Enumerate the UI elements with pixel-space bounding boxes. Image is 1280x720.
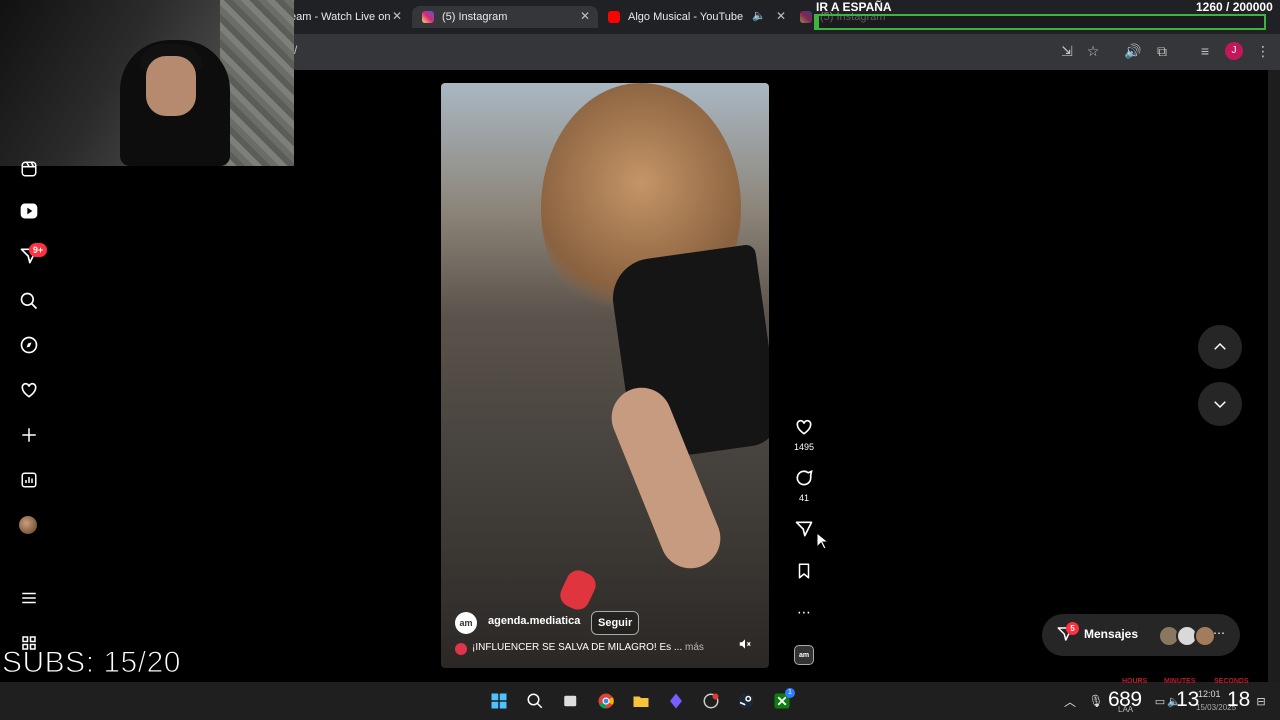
explore-icon[interactable]: [18, 334, 40, 356]
reels-icon[interactable]: [18, 158, 40, 180]
reel-author-avatar[interactable]: am: [455, 612, 477, 634]
goal-title: IR A ESPAÑA: [816, 0, 892, 14]
recording-app-icon[interactable]: [701, 691, 721, 711]
audio-icon[interactable]: am: [794, 645, 814, 665]
next-reel-button[interactable]: [1198, 382, 1242, 426]
chrome-icon[interactable]: [596, 691, 616, 711]
install-app-icon[interactable]: ⇲: [1058, 42, 1076, 60]
tab-label: Algo Musical - YouTube: [628, 11, 744, 23]
goal-progress-fill: [816, 16, 819, 28]
messages-badge: 5: [1066, 622, 1079, 635]
create-icon[interactable]: [18, 424, 40, 446]
hours-label: HOURS: [1122, 678, 1148, 685]
webcam-overlay: [0, 0, 294, 166]
xbox-badge: 1: [785, 688, 795, 698]
extensions-puzzle-icon[interactable]: ⧉: [1153, 42, 1171, 60]
profile-avatar[interactable]: J: [1225, 42, 1243, 60]
instagram-favicon-icon: [800, 11, 812, 23]
steam-icon[interactable]: [736, 691, 756, 711]
goal-progress-bar: [814, 14, 1266, 30]
notification-center-icon[interactable]: ⊟: [1251, 691, 1271, 711]
comment-count: 41: [798, 493, 809, 503]
close-tab-icon[interactable]: ✕: [392, 9, 402, 23]
reel-video[interactable]: [441, 83, 769, 668]
tab-twitch[interactable]: eam - Watch Live on ✕: [290, 6, 402, 28]
previous-reel-button[interactable]: [1198, 325, 1242, 369]
collab-icon: [455, 643, 467, 655]
subs-counter: SUBS: 15/20: [2, 646, 181, 680]
cursor-icon: [816, 531, 830, 555]
more-menu-icon[interactable]: [18, 587, 40, 609]
more-link[interactable]: más: [685, 642, 704, 653]
close-tab-icon[interactable]: ✕: [580, 9, 590, 23]
address-bar-text[interactable]: /: [294, 43, 297, 57]
extension-audio-icon[interactable]: 🔊: [1124, 42, 1142, 60]
caption-text: ¡INFLUENCER SE SALVA DE MILAGRO! Es ...: [472, 642, 683, 653]
language-indicator[interactable]: LAA: [1118, 705, 1133, 714]
like-count: 1495: [793, 442, 815, 452]
tab-label: (5) Instagram: [442, 11, 508, 23]
search-icon[interactable]: [525, 691, 545, 711]
app-launcher-icon[interactable]: [666, 691, 686, 711]
profile-avatar[interactable]: [19, 516, 37, 534]
tray-expand-icon[interactable]: ︿: [1060, 691, 1080, 711]
more-options-icon[interactable]: ⋯: [794, 602, 814, 622]
tab-label: eam - Watch Live on: [290, 11, 391, 23]
share-icon[interactable]: [794, 519, 814, 539]
search-icon[interactable]: [18, 290, 40, 312]
media-control-icon[interactable]: ≡: [1196, 42, 1214, 60]
page-scrollbar[interactable]: [1268, 70, 1280, 682]
close-tab-icon[interactable]: ✕: [776, 9, 786, 23]
reel-caption[interactable]: ¡INFLUENCER SE SALVA DE MILAGRO! Es ... …: [472, 642, 704, 653]
browser-menu-icon[interactable]: ⋮: [1254, 42, 1272, 60]
system-clock[interactable]: 12:01: [1198, 689, 1221, 699]
reel-username[interactable]: agenda.mediatica: [488, 615, 580, 627]
tab-youtube[interactable]: Algo Musical - YouTube 🔈 ✕: [608, 6, 786, 28]
comment-icon[interactable]: [794, 468, 814, 488]
speaker-icon[interactable]: 🔈: [752, 9, 766, 22]
follow-button[interactable]: Seguir: [591, 611, 640, 635]
file-explorer-icon[interactable]: [631, 691, 651, 711]
start-icon[interactable]: [489, 691, 509, 711]
task-view-icon[interactable]: [561, 691, 581, 711]
save-icon[interactable]: [794, 561, 814, 581]
instagram-favicon-icon: [422, 11, 434, 23]
watch-icon[interactable]: [18, 200, 40, 222]
notification-badge: 9+: [29, 243, 47, 257]
minutes-label: MINUTES: [1164, 678, 1196, 685]
timer-seconds: 18: [1227, 688, 1251, 711]
mute-icon[interactable]: [738, 637, 754, 653]
seconds-label: SECONDS: [1214, 678, 1249, 685]
messages-label: Mensajes: [1084, 627, 1139, 641]
youtube-favicon-icon: [608, 11, 620, 23]
tab-instagram[interactable]: (5) Instagram ✕: [412, 6, 598, 28]
heart-icon[interactable]: [18, 379, 40, 401]
microphone-icon[interactable]: 🎙: [1086, 691, 1106, 711]
dashboard-icon[interactable]: [18, 469, 40, 491]
goal-count: 1260 / 200000: [1196, 0, 1273, 14]
like-icon[interactable]: [794, 417, 814, 437]
more-contacts-icon: ⋯: [1213, 626, 1225, 640]
bookmark-star-icon[interactable]: ☆: [1084, 42, 1102, 60]
